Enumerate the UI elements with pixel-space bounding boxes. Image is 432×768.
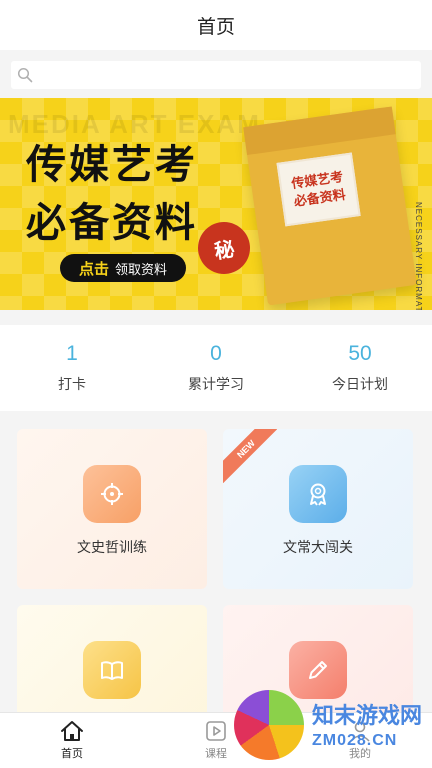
tab-label: 首页: [61, 748, 83, 760]
search-area: [0, 50, 432, 98]
get-materials-button[interactable]: 点击 领取资料: [60, 254, 186, 282]
page-title: 首页: [196, 16, 235, 38]
cta-prefix: 点击: [78, 260, 109, 278]
feature-grid: 文史哲训练 文常大闯关 NEW: [0, 411, 432, 765]
stat-label: 打卡: [58, 376, 86, 392]
card-label: 文常大闯关: [283, 539, 353, 555]
tab-label: 课程: [205, 748, 227, 760]
top-header: 首页: [0, 0, 432, 50]
watermark-line-1: 知末游戏网: [312, 703, 423, 728]
tab-home[interactable]: 首页: [0, 713, 144, 768]
stat-value: 1: [66, 342, 78, 365]
video-play-icon: [206, 721, 226, 741]
cta-label: 领取资料: [115, 261, 168, 277]
fruit-logo: [234, 690, 304, 760]
site-watermark: 知末游戏网 ZM028.CN: [228, 686, 428, 764]
home-icon: [61, 721, 83, 741]
promo-banner[interactable]: MEDIA ART EXAM 传媒艺考 必备资料 点击 领取资料 秘 传媒艺考 …: [0, 98, 432, 310]
search-icon: [17, 67, 33, 83]
stat-value: 0: [210, 342, 222, 365]
stats-panel: 1 打卡 0 累计学习 50 今日计划: [0, 325, 432, 411]
stat-label: 今日计划: [332, 376, 388, 392]
new-badge-text: NEW: [223, 429, 277, 483]
packet-label: 传媒艺考 必备资料: [276, 152, 361, 227]
card-literature-training[interactable]: 文史哲训练: [17, 429, 207, 589]
new-badge: NEW: [223, 429, 277, 483]
watermark-line-2: ZM028.CN: [312, 732, 398, 749]
crosshair-icon: [83, 465, 141, 523]
search-input[interactable]: [11, 61, 421, 89]
document-packet: 传媒艺考 必备资料: [243, 106, 417, 306]
banner-side-text: NECESSARY INFORMATION: [414, 202, 423, 310]
stat-label: 累计学习: [188, 376, 244, 392]
stat-total-study[interactable]: 0 累计学习: [144, 325, 288, 411]
banner-headline-2: 必备资料: [26, 201, 198, 245]
book-icon: [83, 641, 141, 699]
banner-headline-1: 传媒艺考: [26, 143, 198, 187]
award-medal-icon: [289, 465, 347, 523]
stat-value: 50: [348, 342, 372, 365]
stat-today-plan[interactable]: 50 今日计划: [288, 325, 432, 411]
stat-checkin[interactable]: 1 打卡: [0, 325, 144, 411]
card-label: 文史哲训练: [77, 539, 147, 555]
